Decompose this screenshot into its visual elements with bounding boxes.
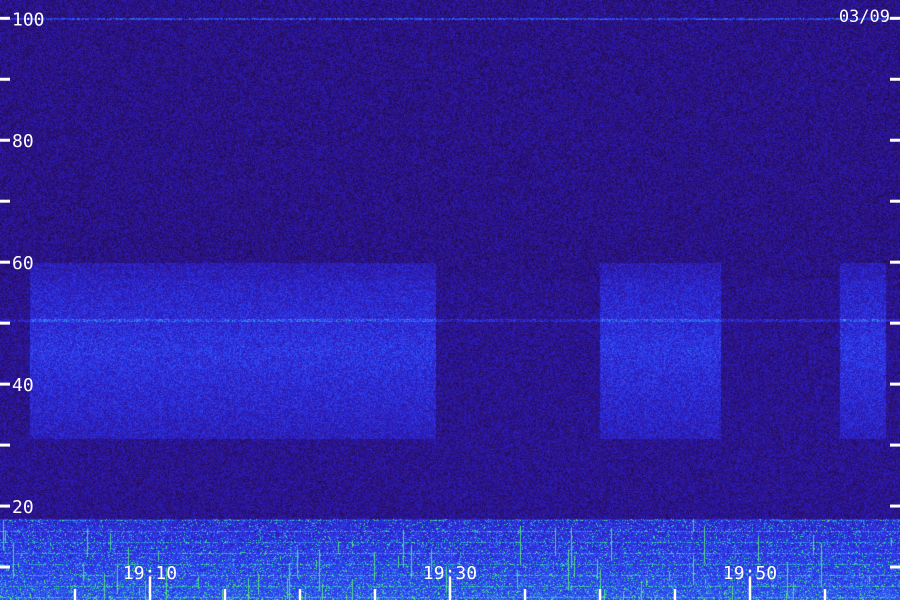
x-tick-label-19-10: 19:10: [123, 563, 177, 584]
y-tick-label-40: 40: [12, 375, 34, 396]
date-label: 03/09: [839, 7, 890, 27]
y-tick-label-20: 20: [12, 497, 34, 518]
y-tick-label-80: 80: [12, 131, 34, 152]
y-ticks-right: [890, 16, 900, 569]
y-tick-label-100: 100: [12, 9, 45, 30]
x-tick-label-19-30: 19:30: [423, 563, 477, 584]
y-tick-labels: 20 40 60 80 100: [12, 9, 45, 518]
x-tick-labels: 19:10 19:30 19:50: [123, 563, 777, 584]
spectrogram-chart: 20 40 60 80 100 19:10 19:30 19:50 03/09: [0, 0, 900, 600]
y-ticks-left: [0, 16, 10, 569]
axis-overlay: 20 40 60 80 100 19:10 19:30 19:50 03/09: [0, 7, 900, 600]
x-tick-label-19-50: 19:50: [723, 563, 777, 584]
y-tick-label-60: 60: [12, 253, 34, 274]
